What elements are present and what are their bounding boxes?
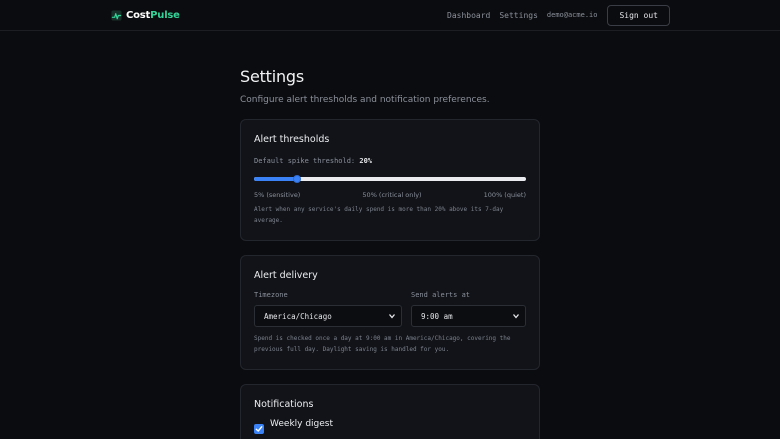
send-time-label: Send alerts at <box>411 291 471 299</box>
send-time-field: Send alerts at 9:00 am <box>411 291 526 327</box>
sign-out-button[interactable]: Sign out <box>607 4 670 26</box>
timezone-field: Timezone America/Chicago <box>254 291 402 327</box>
spike-threshold-label-text: Default spike threshold: <box>254 157 356 165</box>
timezone-label: Timezone <box>254 291 288 299</box>
threshold-help-text: Alert when any service's daily spend is … <box>254 206 504 224</box>
spike-threshold-value: 20% <box>359 157 373 165</box>
delivery-help-text: Spend is checked once a day at 9:00 am i… <box>254 335 511 353</box>
spike-threshold-label: Default spike threshold: 20% <box>254 157 526 165</box>
nav-links: Dashboard Settings demo@acme.io Sign out <box>447 4 670 26</box>
alert-delivery-card: Alert delivery Timezone America/Chicago … <box>240 255 540 370</box>
tick-min: 5% (sensitive) <box>254 191 301 199</box>
nav-dashboard-link[interactable]: Dashboard <box>447 11 490 20</box>
page-subtitle: Configure alert thresholds and notificat… <box>240 95 490 105</box>
page-title: Settings <box>240 67 305 86</box>
alert-thresholds-card: Alert thresholds Default spike threshold… <box>240 119 540 241</box>
pulse-chart-icon <box>111 9 122 21</box>
tick-max: 100% (quiet) <box>483 191 526 199</box>
chevron-down-icon <box>389 314 395 319</box>
spike-threshold-slider[interactable] <box>254 174 526 184</box>
brand-name-part1: Cost <box>126 9 151 21</box>
brand-logo[interactable]: Cost Pulse <box>111 10 180 21</box>
slider-thumb[interactable] <box>292 175 301 183</box>
nav-settings-link[interactable]: Settings <box>499 11 538 20</box>
user-email: demo@acme.io <box>546 11 598 19</box>
slider-fill <box>254 177 297 181</box>
tick-mid: 50% (critical only) <box>362 191 422 199</box>
chevron-down-icon <box>513 314 519 319</box>
settings-main: Settings Configure alert thresholds and … <box>240 31 540 439</box>
notifications-card: Notifications Weekly digest <box>240 384 540 439</box>
send-time-value: 9:00 am <box>421 311 453 321</box>
brand-name-part2: Pulse <box>150 9 180 21</box>
top-nav: Cost Pulse Dashboard Settings demo@acme.i… <box>0 0 780 31</box>
checkmark-icon <box>255 426 263 432</box>
delivery-fields: Timezone America/Chicago Send alerts at … <box>254 291 526 327</box>
weekly-digest-label: Weekly digest <box>270 419 334 429</box>
notifications-title: Notifications <box>254 399 314 410</box>
timezone-select[interactable]: America/Chicago <box>254 305 402 327</box>
alert-delivery-title: Alert delivery <box>254 270 318 281</box>
timezone-value: America/Chicago <box>264 311 332 321</box>
weekly-digest-checkbox[interactable] <box>254 424 264 434</box>
send-time-select[interactable]: 9:00 am <box>411 305 526 327</box>
alert-thresholds-title: Alert thresholds <box>254 134 330 145</box>
slider-ticks: 5% (sensitive) 50% (critical only) 100% … <box>254 191 526 199</box>
weekly-digest-option[interactable]: Weekly digest <box>254 419 526 434</box>
